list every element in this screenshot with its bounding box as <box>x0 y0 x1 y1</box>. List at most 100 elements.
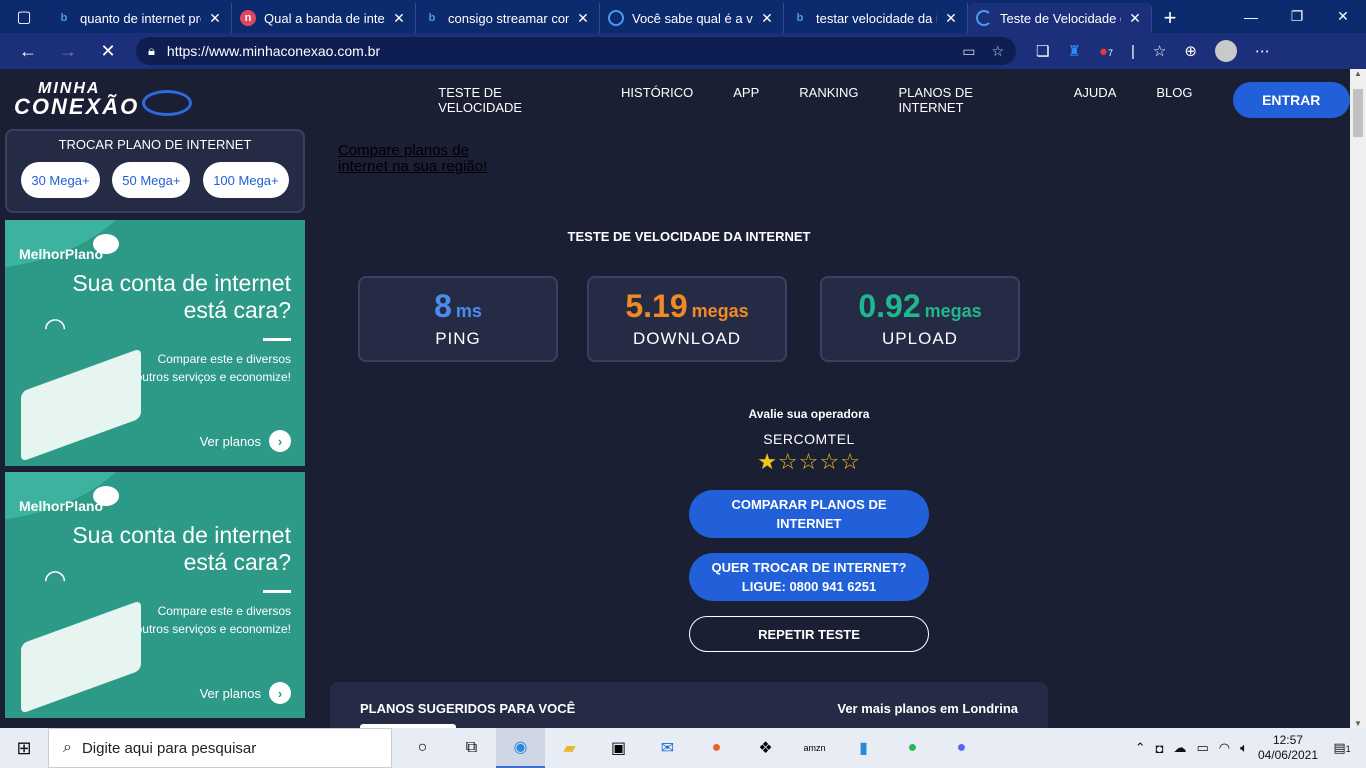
taskbar-clock[interactable]: 12:57 04/06/2021 <box>1258 733 1318 763</box>
profile-avatar[interactable] <box>1214 40 1237 62</box>
compare-plans-button[interactable]: COMPARAR PLANOS DE INTERNET <box>689 490 929 538</box>
close-tab-icon[interactable]: ✕ <box>391 10 407 27</box>
plan-option-100[interactable]: 100 Mega+ <box>203 162 289 198</box>
new-tab-button[interactable]: + <box>1152 3 1188 33</box>
login-button[interactable]: ENTRAR <box>1232 82 1350 118</box>
forward-icon[interactable]: → <box>48 41 88 62</box>
site-logo[interactable]: MINHA CONEXÃO <box>14 80 192 120</box>
scroll-up-icon[interactable]: ▲ <box>1350 69 1366 78</box>
page-scrollbar[interactable]: ▲ ▼ <box>1350 69 1366 728</box>
dropbox-icon[interactable]: ❖ <box>741 728 790 768</box>
download-label: DOWNLOAD <box>632 329 742 348</box>
store-icon[interactable]: ▣ <box>594 728 643 768</box>
clock-time: 12:57 <box>1272 733 1303 747</box>
chevron-up-icon[interactable]: ⌃ <box>1135 740 1146 756</box>
download-metric: 5.19 megas DOWNLOAD <box>587 276 787 362</box>
browser-tab-1[interactable]: b quanto de internet pre ✕ <box>48 3 232 33</box>
menu-planos[interactable]: PLANOS DE INTERNET <box>899 85 1034 115</box>
ad-cta[interactable]: Ver planos › <box>200 682 291 704</box>
menu-app[interactable]: APP <box>733 85 759 115</box>
browser-tab-2[interactable]: n Qual a banda de intern ✕ <box>232 3 416 33</box>
browser-tab-6-active[interactable]: Teste de Velocidade d ✕ <box>968 3 1152 33</box>
menu-ajuda[interactable]: AJUDA <box>1074 85 1117 115</box>
browser-tab-bar: ▢ b quanto de internet pre ✕ n Qual a ba… <box>0 0 1366 33</box>
compare-plans-link[interactable]: Compare planos de internet na sua região… <box>338 143 488 175</box>
task-view-icon[interactable]: ⧉ <box>447 728 496 768</box>
meet-now-icon[interactable]: ◘ <box>1156 741 1164 756</box>
repeat-test-button[interactable]: REPETIR TESTE <box>689 616 929 652</box>
windows-start-icon[interactable]: ⊞ <box>0 738 48 759</box>
battery-icon[interactable]: ▭ <box>1196 740 1208 756</box>
bing-icon: b <box>796 12 804 24</box>
browser-tab-5[interactable]: b testar velocidade da in ✕ <box>784 3 968 33</box>
extension-icon[interactable]: ♜ <box>1067 42 1080 60</box>
upload-label: UPLOAD <box>882 329 958 348</box>
plan-option-50[interactable]: 50 Mega+ <box>112 162 191 198</box>
file-explorer-icon[interactable]: ▰ <box>545 728 594 768</box>
scroll-down-icon[interactable]: ▼ <box>1350 719 1366 728</box>
tab-title: consigo streamar com <box>448 10 569 26</box>
url-text[interactable]: https://www.minhaconexao.com.br <box>167 43 946 59</box>
collections-icon[interactable]: ❏ <box>1036 42 1049 60</box>
edge-icon[interactable]: ◉ <box>496 728 545 768</box>
ad-banner-2[interactable]: MelhorPlano Sua conta de internet está c… <box>5 472 305 718</box>
more-options-icon[interactable]: ⋯ <box>1255 42 1270 60</box>
main-menu: TESTE DE VELOCIDADE HISTÓRICO APP RANKIN… <box>438 85 1192 115</box>
stop-icon[interactable]: ✕ <box>88 41 128 62</box>
phone-icon[interactable]: ▮ <box>839 728 888 768</box>
extension-badge-icon[interactable]: ●7 <box>1099 43 1113 60</box>
search-icon: ⌕ <box>63 739 72 756</box>
tab-title: Qual a banda de intern <box>264 10 385 26</box>
collections-add-icon[interactable]: ⊕ <box>1184 42 1197 60</box>
volume-icon[interactable]: 🔈︎ <box>1240 740 1248 756</box>
restore-icon[interactable]: ❐ <box>1274 8 1320 25</box>
favorites-icon[interactable]: ☆ <box>1153 42 1166 60</box>
close-tab-icon[interactable]: ✕ <box>759 10 775 27</box>
lock-icon[interactable]: 🔒︎ <box>148 43 155 59</box>
reader-mode-icon[interactable]: ▭ <box>962 43 975 60</box>
minimize-icon[interactable]: — <box>1228 9 1274 25</box>
close-window-icon[interactable]: ✕ <box>1320 8 1366 25</box>
wifi-tray-icon[interactable]: ◠ <box>1219 740 1230 756</box>
rate-operator: Avalie sua operadora SERCOMTEL ★☆☆☆☆ <box>690 407 928 475</box>
menu-blog[interactable]: BLOG <box>1156 85 1192 115</box>
menu-teste-velocidade[interactable]: TESTE DE VELOCIDADE <box>438 85 581 115</box>
menu-ranking[interactable]: RANKING <box>799 85 858 115</box>
browser-tab-3[interactable]: b consigo streamar com ✕ <box>416 3 600 33</box>
call-to-change-button[interactable]: QUER TROCAR DE INTERNET? LIGUE: 0800 941… <box>689 553 929 601</box>
star-rating[interactable]: ★☆☆☆☆ <box>690 449 928 475</box>
back-icon[interactable]: ← <box>8 41 48 62</box>
discord-icon[interactable]: ● <box>937 728 986 768</box>
ad-divider <box>263 590 291 593</box>
ad-cta[interactable]: Ver planos › <box>200 430 291 452</box>
cortana-icon[interactable]: ○ <box>398 728 447 768</box>
tab-title: quanto de internet pre <box>80 10 201 26</box>
sidebar: TROCAR PLANO DE INTERNET 30 Mega+ 50 Meg… <box>5 129 305 718</box>
tab-actions-icon[interactable]: ▢ <box>0 0 48 33</box>
download-value-row: 5.19 megas <box>589 288 785 325</box>
close-tab-icon[interactable]: ✕ <box>943 10 959 27</box>
plan-option-30[interactable]: 30 Mega+ <box>21 162 100 198</box>
close-tab-icon[interactable]: ✕ <box>1127 10 1143 27</box>
add-favorite-icon[interactable]: ☆ <box>991 43 1004 60</box>
menu-historico[interactable]: HISTÓRICO <box>621 85 693 115</box>
globe-icon <box>608 10 624 26</box>
taskbar-search-box[interactable]: ⌕ Digite aqui para pesquisar <box>48 728 392 768</box>
ad-divider <box>263 338 291 341</box>
browser-toolbar: ❏ ♜ ●7 | ☆ ⊕ ⋯ <box>1036 40 1270 62</box>
close-tab-icon[interactable]: ✕ <box>575 10 591 27</box>
amazon-icon[interactable]: amzn <box>790 728 839 768</box>
notification-center-icon[interactable]: ▤1 <box>1328 740 1356 756</box>
onedrive-icon[interactable]: ☁ <box>1173 740 1186 756</box>
mail-icon[interactable]: ✉ <box>643 728 692 768</box>
close-tab-icon[interactable]: ✕ <box>207 10 223 27</box>
firefox-icon[interactable]: ● <box>692 728 741 768</box>
spotify-icon[interactable]: ● <box>888 728 937 768</box>
notification-count: 1 <box>1345 744 1351 754</box>
browser-tab-4[interactable]: Você sabe qual é a vel ✕ <box>600 3 784 33</box>
scroll-thumb[interactable] <box>1353 89 1363 137</box>
address-bar[interactable]: 🔒︎ https://www.minhaconexao.com.br ▭ ☆ <box>136 37 1016 65</box>
router-icon <box>21 348 141 462</box>
ad-banner-1[interactable]: MelhorPlano Sua conta de internet está c… <box>5 220 305 466</box>
more-plans-link[interactable]: Ver mais planos em Londrina <box>837 701 1018 716</box>
